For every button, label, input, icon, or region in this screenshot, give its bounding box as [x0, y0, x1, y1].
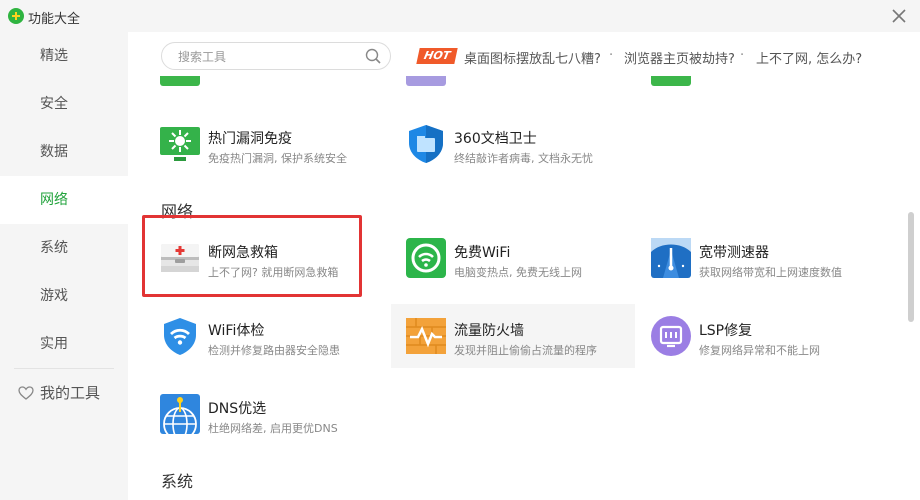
tool-desc: 发现并阻止偷偷占流量的程序: [454, 344, 597, 357]
tool-document-guard[interactable]: 360文档卫士 终结敲诈者病毒, 文档永无忧: [406, 112, 650, 176]
sidebar-item-games[interactable]: 游戏: [0, 272, 128, 320]
title-bar: 功能大全: [0, 0, 920, 32]
sidebar-item-featured[interactable]: 精选: [0, 32, 128, 80]
tool-name: 流量防火墙: [454, 323, 524, 339]
tool-desc: 杜绝网络差, 启用更优DNS: [208, 422, 338, 435]
search-icon[interactable]: [365, 48, 382, 65]
sidebar-item-data[interactable]: 数据: [0, 128, 128, 176]
tool-bandwidth-meter[interactable]: 宽带测速器 获取网络带宽和上网速度数值: [651, 226, 895, 290]
hot-link-no-internet[interactable]: 上不了网, 怎么办?: [756, 48, 862, 67]
dns-globe-icon: [160, 394, 200, 434]
tool-free-wifi[interactable]: 免费WiFi 电脑变热点, 免费无线上网: [406, 226, 650, 290]
tool-traffic-firewall[interactable]: 流量防火墙 发现并阻止偷偷占流量的程序: [391, 304, 635, 368]
tool-desc: 电脑变热点, 免费无线上网: [454, 266, 582, 279]
tool-name: 热门漏洞免疫: [208, 131, 292, 147]
hot-link-browser-hijack[interactable]: 浏览器主页被劫持?: [624, 48, 735, 67]
tool-desc: 免疫热门漏洞, 保护系统安全: [208, 152, 347, 165]
search-input[interactable]: [176, 47, 360, 67]
tool-name: DNS优选: [208, 401, 267, 417]
firewall-icon: [406, 318, 446, 354]
search-box: [161, 42, 391, 70]
close-icon: [892, 9, 906, 23]
sidebar-item-utilities[interactable]: 实用: [0, 320, 128, 368]
tool-lsp-repair[interactable]: LSP修复 修复网络异常和不能上网: [651, 304, 895, 368]
hot-separator: ·: [609, 48, 614, 63]
hot-badge: HOT: [416, 48, 458, 64]
hot-separator: ·: [740, 48, 745, 63]
tool-desc: 获取网络带宽和上网速度数值: [699, 266, 842, 279]
tool-name: 免费WiFi: [454, 245, 511, 261]
tool-network-first-aid[interactable]: 断网急救箱 上不了网? 就用断网急救箱: [160, 226, 404, 290]
tool-desc: 上不了网? 就用断网急救箱: [208, 266, 339, 279]
tool-wifi-check[interactable]: WiFi体检 检测并修复路由器安全隐患: [160, 304, 404, 368]
close-button[interactable]: [888, 5, 910, 27]
sidebar-item-security[interactable]: 安全: [0, 80, 128, 128]
window-title: 功能大全: [28, 12, 81, 27]
sidebar-item-system[interactable]: 系统: [0, 224, 128, 272]
vulnerability-shield-icon: [160, 127, 200, 161]
hot-link-desktop-icons[interactable]: 桌面图标摆放乱七八糟?: [464, 48, 601, 67]
free-wifi-icon: [406, 238, 446, 278]
tool-vulnerability-immunity[interactable]: 热门漏洞免疫 免疫热门漏洞, 保护系统安全: [160, 112, 404, 176]
lsp-repair-icon: [651, 316, 691, 356]
tool-name: WiFi体检: [208, 323, 265, 339]
heart-icon: [18, 386, 34, 400]
speed-meter-icon: [651, 238, 691, 278]
document-guard-icon: [409, 125, 443, 163]
scrolled-tool-icon: [406, 76, 446, 86]
sidebar-item-network[interactable]: 网络: [0, 176, 128, 224]
sidebar-item-my-tools[interactable]: 我的工具: [0, 369, 128, 417]
tool-desc: 终结敲诈者病毒, 文档永无忧: [454, 152, 593, 165]
first-aid-kit-icon: [161, 244, 199, 272]
sidebar: 精选 安全 数据 网络 系统 游戏 实用 我的工具: [0, 32, 128, 500]
tool-name: 360文档卫士: [454, 131, 537, 147]
main-panel: HOT 桌面图标摆放乱七八糟? · 浏览器主页被劫持? · 上不了网, 怎么办?…: [128, 32, 920, 500]
section-title-system: 系统: [161, 472, 194, 491]
tool-desc: 修复网络异常和不能上网: [699, 344, 820, 357]
scrolled-tool-icon: [160, 76, 200, 86]
tool-desc: 检测并修复路由器安全隐患: [208, 344, 340, 357]
tool-name: 断网急救箱: [208, 245, 278, 261]
tool-name: 宽带测速器: [699, 245, 769, 261]
tool-dns-optimize[interactable]: DNS优选 杜绝网络差, 启用更优DNS: [160, 382, 404, 446]
app-logo-icon: [8, 8, 24, 24]
wifi-shield-icon: [164, 318, 196, 355]
my-tools-label: 我的工具: [40, 384, 101, 402]
scrolled-tool-icon: [651, 76, 691, 86]
tool-name: LSP修复: [699, 323, 753, 339]
section-title-network: 网络: [161, 202, 194, 221]
scrollbar-thumb[interactable]: [908, 212, 914, 322]
